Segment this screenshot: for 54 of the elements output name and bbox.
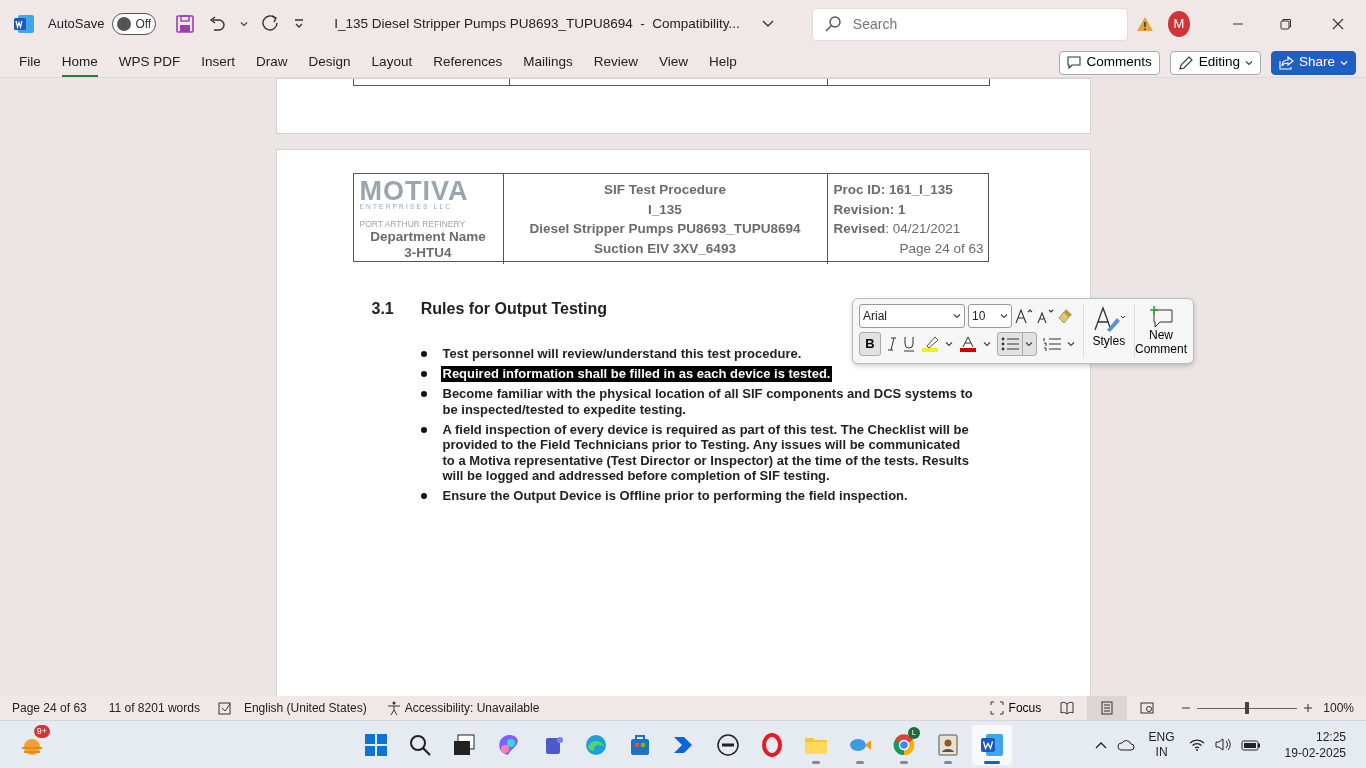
logo-text: MOTIVA	[359, 179, 470, 203]
bullet-text: Required information shall be filled in as each device is tested.	[440, 366, 833, 382]
ribbon-tab[interactable]: Review	[584, 48, 647, 77]
page-count[interactable]: Page 24 of 63	[12, 699, 87, 717]
section-number: 3.1	[371, 299, 394, 319]
ribbon-tab[interactable]: Home	[52, 48, 107, 77]
bullet-text: Become familiar with the physical location of all SIF components and DCS systems to be inspected/tested to expedite testing.	[442, 386, 974, 417]
ribbon-tab[interactable]: File	[10, 48, 50, 77]
procedure-title: Suction EIV 3XV_6493	[593, 239, 737, 258]
bullet-text: A field inspection of every device is required as part of this test. The Checklist will be provided to the Field Technicians prior to Testing. Any issues will be communicated to a Motiva representative (Test Director or Inspector) at the time of the tests. Results will be logged and addressed before completion of SIF testing.	[442, 421, 970, 484]
ribbon-tab[interactable]: Mailings	[514, 48, 582, 77]
word-count[interactable]: 11 of 8201 words	[108, 699, 200, 717]
ribbon-tab[interactable]: View	[650, 48, 698, 77]
procedure-title: SIF Test Procedure	[602, 181, 727, 199]
font-field[interactable]: Arial	[859, 304, 965, 328]
zoom-percent[interactable]: 100%	[1323, 699, 1354, 717]
section-heading: Rules for Output Testing	[420, 299, 608, 319]
ribbon-tab[interactable]: References	[424, 48, 512, 77]
account-badge: L	[908, 726, 920, 739]
procedure-info: Revised: 04/21/2021	[833, 220, 962, 238]
department-text: Department Name	[369, 229, 487, 245]
language-status[interactable]: English (United States)	[243, 699, 367, 717]
ribbon-tab[interactable]: Insert	[192, 48, 245, 77]
bullet-text: Test personnel will review/understand this test procedure.	[442, 346, 802, 362]
accessibility-status[interactable]: Accessibility: Unavailable	[404, 699, 540, 717]
procedure-info: Proc ID: 161_I_135	[833, 181, 954, 199]
ribbon-tab[interactable]: Design	[299, 48, 360, 77]
language-indicator[interactable]: ENG IN	[1148, 729, 1175, 760]
bold-button[interactable]: B	[859, 332, 881, 356]
new-comment-button[interactable]: New Comment	[1135, 304, 1187, 358]
ribbon-tab[interactable]: WPS PDF	[109, 48, 190, 77]
share-button[interactable]: Share	[1270, 50, 1356, 75]
font-size-field[interactable]: 10	[968, 304, 1012, 328]
avatar[interactable]: M	[1167, 11, 1190, 37]
styles-button[interactable]: Styles	[1083, 304, 1135, 358]
procedure-info: Revision: 1	[833, 200, 907, 219]
refinery-name: PORT ARTHUR REFINERY	[359, 219, 467, 229]
document-title: I_135 Diesel Stripper Pumps PU8693_TUPU8694 - Compatibility...	[334, 14, 740, 33]
procedure-title: Diesel Stripper Pumps PU8693_TUPU8694	[528, 220, 802, 238]
ribbon-tab[interactable]: Draw	[247, 48, 297, 77]
page-number: Page 24 of 63	[898, 239, 984, 258]
focus-button[interactable]: Focus	[983, 698, 1048, 718]
autosave-label: AutoSave	[48, 15, 105, 34]
ribbon-tab[interactable]: Help	[700, 48, 746, 77]
ribbon-tab[interactable]: Layout	[362, 48, 422, 77]
procedure-title: I_135	[647, 200, 683, 219]
bullet-text: Ensure the Output Device is Offline prior to performing the field inspection.	[442, 488, 908, 504]
autosave-toggle[interactable]: Off	[112, 13, 157, 35]
search-field[interactable]: Search	[811, 7, 1128, 41]
notification-badge: 9+	[33, 724, 50, 738]
clock[interactable]: 12:25 19-02-2025	[1284, 728, 1346, 761]
editing-button[interactable]: Editing	[1169, 50, 1261, 75]
comments-button[interactable]: Comments	[1059, 50, 1160, 75]
department-text: 3-HTU4	[403, 245, 453, 261]
